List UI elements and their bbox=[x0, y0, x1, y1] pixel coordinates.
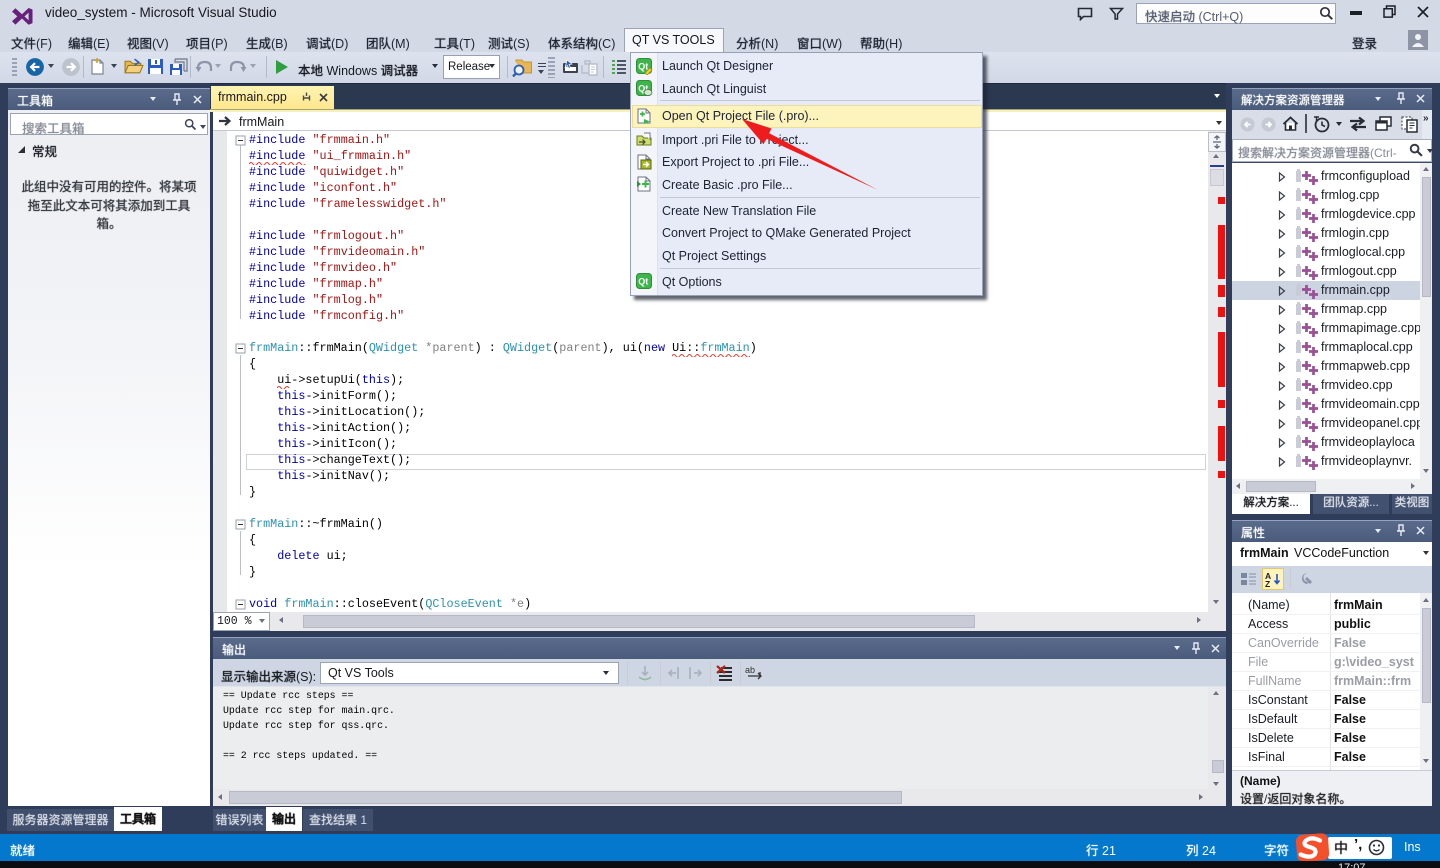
svg-text:Qt: Qt bbox=[638, 61, 648, 71]
svg-text:Z: Z bbox=[1265, 579, 1270, 588]
svg-text:Qt: Qt bbox=[638, 277, 648, 287]
svg-text:ab: ab bbox=[745, 665, 755, 675]
